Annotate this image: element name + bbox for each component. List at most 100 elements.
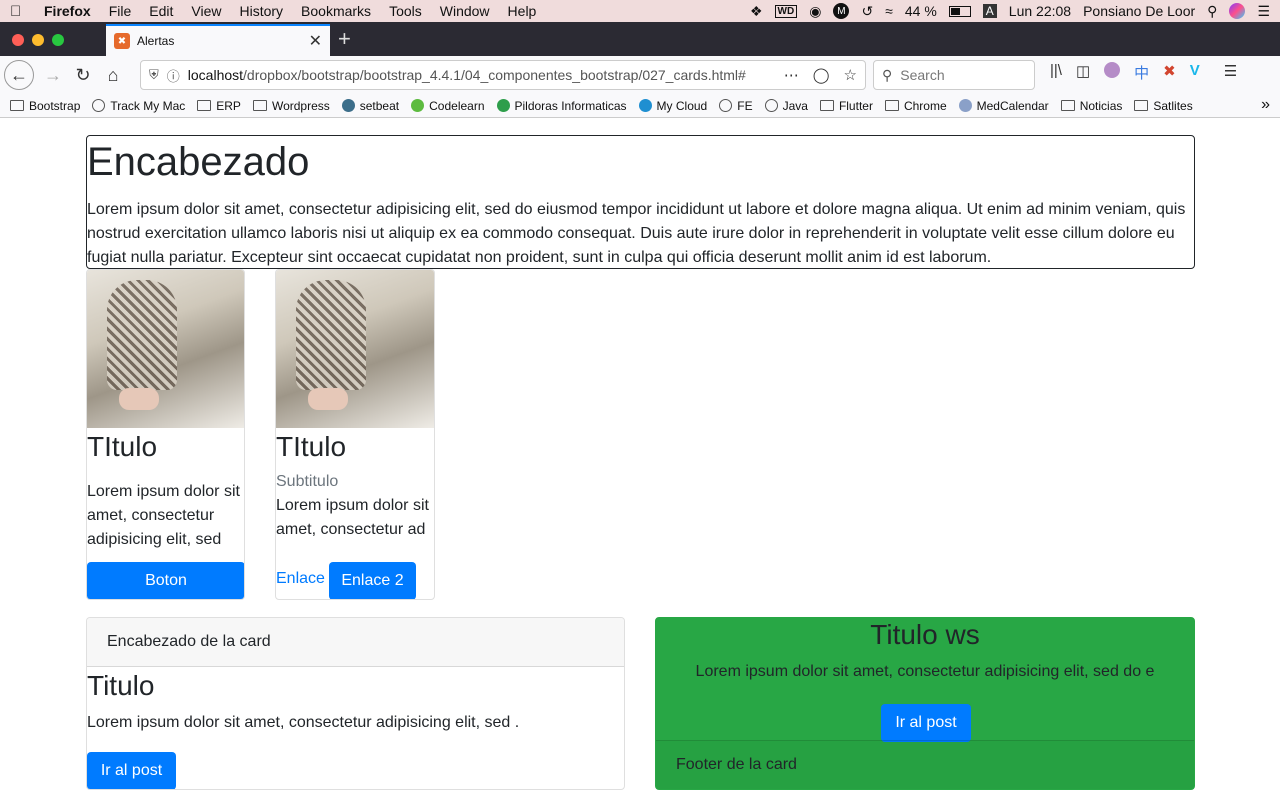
macos-menubar:  Firefox File Edit View History Bookmar… — [0, 0, 1280, 22]
notification-center-icon[interactable]: ☰ — [1257, 3, 1270, 20]
bookmark-track-my-mac[interactable]: Track My Mac — [92, 99, 185, 113]
bookmark-pildoras[interactable]: Pildoras Informaticas — [496, 98, 627, 113]
bookmark-label: Java — [782, 98, 808, 113]
pildoras-icon — [496, 99, 510, 112]
enlace-2-button[interactable]: Enlace 2 — [329, 562, 416, 599]
tab-strip: ✖ Alertas ✕ + — [0, 22, 1280, 56]
bookmarks-overflow-icon[interactable]: » — [1261, 96, 1270, 114]
shield-icon[interactable]: ⛨ — [149, 67, 159, 83]
bookmark-chrome[interactable]: Chrome — [884, 99, 947, 113]
ir-al-post-button[interactable]: Ir al post — [881, 704, 971, 742]
apple-menu-icon[interactable]:  — [10, 3, 30, 20]
card-header: Encabezado de la card — [87, 618, 624, 667]
menubar-status-area: ❖ WD ◉ M ↺ ≈ 44 % A Lun 22:08 Ponsiano D… — [750, 0, 1270, 22]
reload-button[interactable]: ↻ — [68, 60, 98, 90]
folder-icon — [252, 100, 267, 111]
menu-app-name[interactable]: Firefox — [44, 3, 91, 19]
search-box[interactable]: ⚲ Search — [873, 60, 1035, 90]
menu-window[interactable]: Window — [440, 3, 490, 19]
library-icon[interactable]: ||\ — [1050, 62, 1062, 83]
tab-alertas[interactable]: ✖ Alertas ✕ — [106, 24, 330, 56]
enlace-link[interactable]: Enlace — [276, 570, 325, 588]
bookmark-wordpress[interactable]: Wordpress — [252, 99, 330, 113]
wd-drive-icon[interactable]: WD — [774, 4, 798, 18]
m-app-icon[interactable]: M — [833, 3, 850, 19]
sidebar-icon[interactable]: ◫ — [1076, 62, 1090, 83]
page-actions-icon[interactable]: ⋯ — [784, 66, 799, 84]
hamburger-menu-icon[interactable]: ☰ — [1224, 62, 1237, 83]
extension-x-icon[interactable]: ✖ — [1163, 62, 1176, 83]
url-host: localhost — [187, 67, 244, 83]
bookmark-satlites[interactable]: Satlites — [1134, 98, 1193, 113]
input-source-indicator[interactable]: A — [982, 4, 997, 18]
card-title: Titulo ws — [870, 619, 980, 650]
menu-tools[interactable]: Tools — [389, 3, 422, 19]
account-avatar-icon[interactable] — [1104, 62, 1121, 78]
wifi-icon[interactable]: ≈ — [885, 3, 893, 19]
card-text: Lorem ipsum dolor sit amet, consectetur … — [87, 714, 520, 731]
forward-button[interactable]: → — [38, 60, 68, 90]
bookmark-medcalendar[interactable]: MedCalendar — [958, 99, 1049, 113]
bookmark-setbeat[interactable]: setbeat — [341, 99, 399, 113]
globe-icon — [92, 99, 106, 112]
menu-history[interactable]: History — [239, 3, 283, 19]
battery-percent[interactable]: 44 % — [905, 3, 937, 19]
zoom-window-button[interactable] — [52, 34, 64, 46]
menu-file[interactable]: File — [109, 3, 132, 19]
bookmark-label: Pildoras Informaticas — [514, 98, 627, 113]
card-text: Lorem ipsum dolor sit amet, consectetur … — [276, 497, 429, 538]
url-bar[interactable]: ⛨ ⓘ localhost/dropbox/bootstrap/bootstra… — [140, 60, 866, 90]
info-icon[interactable]: ⓘ — [167, 66, 180, 85]
page-content: Encabezado Lorem ipsum dolor sit amet, c… — [0, 118, 1280, 800]
bookmark-codelearn[interactable]: Codelearn — [411, 98, 485, 113]
battery-icon[interactable] — [948, 5, 971, 17]
bookmark-java[interactable]: Java — [764, 98, 808, 113]
bookmark-star-icon[interactable]: ☆ — [844, 66, 857, 84]
bookmark-label: Satlites — [1153, 98, 1193, 113]
bookmark-noticias[interactable]: Noticias — [1060, 99, 1122, 113]
boton-button[interactable]: Boton — [87, 562, 244, 599]
pocket-icon[interactable]: ◯ — [813, 66, 830, 84]
bookmark-erp[interactable]: ERP — [197, 99, 241, 113]
bookmark-flutter[interactable]: Flutter — [819, 98, 873, 113]
siri-icon[interactable] — [1229, 3, 1246, 19]
bookmark-fe[interactable]: FE — [719, 98, 753, 113]
menu-view[interactable]: View — [191, 3, 221, 19]
home-button[interactable]: ⌂ — [98, 60, 128, 90]
bookmark-label: Flutter — [838, 98, 873, 113]
folder-icon — [819, 100, 834, 111]
vimeo-icon[interactable]: V — [1190, 62, 1200, 83]
bookmark-bootstrap[interactable]: Bootstrap — [10, 99, 80, 113]
folder-icon — [884, 100, 899, 111]
menu-help[interactable]: Help — [508, 3, 537, 19]
card-success: Titulo ws Lorem ipsum dolor sit amet, co… — [655, 617, 1195, 790]
card-text: Lorem ipsum dolor sit amet, consectetur … — [87, 483, 240, 548]
close-tab-icon[interactable]: ✕ — [309, 31, 322, 51]
menu-bookmarks[interactable]: Bookmarks — [301, 3, 371, 19]
time-machine-icon[interactable]: ↺ — [861, 3, 873, 20]
url-path: /dropbox/bootstrap/bootstrap_4.4.1/04_co… — [243, 67, 746, 83]
menu-edit[interactable]: Edit — [149, 3, 173, 19]
bookmark-my-cloud[interactable]: My Cloud — [638, 98, 708, 113]
jumbotron-title: Encabezado — [87, 140, 310, 184]
card-title: TItulo — [87, 431, 158, 462]
bookmark-label: Codelearn — [429, 98, 485, 113]
codelearn-icon — [411, 99, 425, 112]
user-name[interactable]: Ponsiano De Loor — [1083, 3, 1195, 19]
new-tab-icon[interactable]: + — [338, 26, 351, 52]
minimize-window-button[interactable] — [32, 34, 44, 46]
dropbox-icon[interactable]: ❖ — [750, 3, 763, 20]
card-image — [87, 270, 244, 428]
xampp-favicon-icon: ✖ — [114, 33, 130, 49]
toolbar-icons: ||\ ◫ 中 ✖ V ☰ — [1050, 62, 1237, 83]
clock[interactable]: Lun 22:08 — [1009, 3, 1071, 19]
owl-icon[interactable]: ◉ — [809, 3, 821, 20]
bookmark-label: FE — [737, 98, 753, 113]
close-window-button[interactable] — [12, 34, 24, 46]
translate-icon[interactable]: 中 — [1134, 62, 1149, 83]
back-button[interactable]: ← — [4, 60, 34, 90]
card-image — [276, 270, 434, 428]
bookmark-label: My Cloud — [656, 98, 708, 113]
ir-al-post-button[interactable]: Ir al post — [87, 752, 176, 789]
spotlight-search-icon[interactable]: ⚲ — [1207, 3, 1217, 20]
